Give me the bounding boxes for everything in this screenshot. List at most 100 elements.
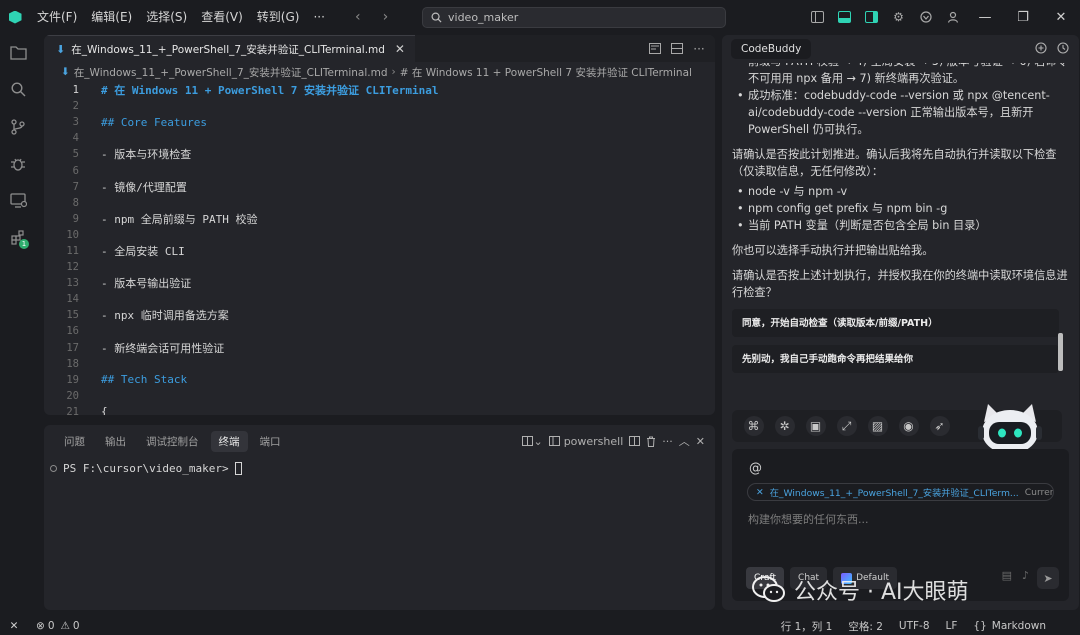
code-line[interactable]: 11 - 全局安装 CLI (44, 243, 715, 259)
code-line[interactable]: 14 (44, 291, 715, 307)
code-line[interactable]: 13 - 版本号输出验证 (44, 275, 715, 291)
account-icon[interactable] (939, 0, 966, 34)
new-terminal-dropdown-icon[interactable]: ⌄ (522, 435, 543, 448)
line-number: 8 (72, 196, 79, 209)
terminal-instance[interactable]: powershell (548, 434, 624, 448)
open-preview-icon[interactable] (645, 43, 665, 54)
problems-status[interactable]: ⊗ 0 ⚠ 0 (36, 620, 80, 632)
breadcrumb-file[interactable]: 在_Windows_11_+_PowerShell_7_安装并验证_CLITer… (74, 65, 388, 80)
restore-window-button[interactable]: ❐ (1004, 0, 1042, 34)
menu-view[interactable]: 查看(V) (194, 0, 250, 34)
new-chat-icon[interactable] (1035, 41, 1047, 57)
mention-at-button[interactable]: @ (749, 461, 762, 476)
remote-indicator-icon[interactable]: ✕ (0, 617, 28, 635)
menu-more[interactable]: ··· (306, 0, 331, 34)
tab-ports[interactable]: 端口 (252, 431, 289, 452)
history-icon[interactable] (1057, 41, 1069, 57)
tab-problems[interactable]: 问题 (56, 431, 93, 452)
chat-tab[interactable]: CodeBuddy (731, 39, 812, 59)
command-search-input[interactable]: video_maker (422, 7, 726, 28)
extension-shield-icon[interactable] (912, 0, 939, 34)
send-button[interactable]: ➤ (1037, 567, 1059, 589)
tab-output[interactable]: 输出 (97, 431, 134, 452)
code-line[interactable]: 17 - 新终端会话可用性验证 (44, 340, 715, 356)
toggle-primary-sidebar-icon[interactable] (804, 0, 831, 34)
code-line[interactable]: 1 # 在 Windows 11 + PowerShell 7 安装并验证 CLI… (44, 82, 715, 98)
code-line[interactable]: 5 - 版本与环境检查 (44, 146, 715, 162)
language-mode[interactable]: {} Markdown (973, 620, 1046, 632)
remote-explorer-icon[interactable] (0, 182, 36, 219)
chat-scrollbar[interactable] (1058, 333, 1063, 371)
line-number: 15 (66, 309, 79, 322)
code-line[interactable]: 20 (44, 388, 715, 404)
option-manual-button[interactable]: 先别动，我自己手动跑命令再把结果给你 (732, 345, 1059, 373)
breadcrumb-symbol[interactable]: # 在 Windows 11 + PowerShell 7 安装并验证 CLIT… (400, 65, 692, 80)
code-line[interactable]: 10 (44, 227, 715, 243)
close-panel-icon[interactable]: ✕ (696, 435, 705, 448)
code-line[interactable]: 15 - npx 临时调用备选方案 (44, 307, 715, 323)
code-line[interactable]: 8 (44, 195, 715, 211)
code-line[interactable]: 3 ## Core Features (44, 114, 715, 130)
end-of-line[interactable]: LF (946, 620, 958, 632)
indentation[interactable]: 空格: 2 (848, 619, 883, 634)
menu-file[interactable]: 文件(F) (30, 0, 84, 34)
code-line[interactable]: 21 { (44, 404, 715, 415)
forward-arrow-icon[interactable]: › (383, 9, 389, 25)
tab-debug-console[interactable]: 调试控制台 (138, 431, 207, 452)
breadcrumb: ⬇ 在_Windows_11_+_PowerShell_7_安装并验证_CLIT… (44, 62, 715, 82)
editor-tab[interactable]: ⬇ 在_Windows_11_+_PowerShell_7_安装并验证_CLIT… (44, 35, 415, 62)
tool-link-icon[interactable]: ⤢ (831, 414, 862, 438)
context-file-chip[interactable]: ✕ 在_Windows_11_+_PowerShell_7_安装并验证_CLIT… (747, 483, 1054, 501)
search-sidebar-icon[interactable] (0, 71, 36, 108)
panel-more-icon[interactable]: ··· (662, 435, 673, 448)
tool-deploy-rocket-icon[interactable]: ➶ (924, 414, 955, 438)
voice-icon[interactable]: ♪ (1022, 569, 1029, 582)
shell-label: powershell (563, 434, 624, 448)
menu-selection[interactable]: 选择(S) (139, 0, 194, 34)
option-agree-button[interactable]: 同意，开始自动检查（读取版本/前缀/PATH） (732, 309, 1059, 337)
tool-image-icon[interactable]: ▨ (862, 414, 893, 438)
manual-text: 你也可以选择手动执行并把输出贴给我。 (732, 244, 934, 257)
close-tab-icon[interactable]: ✕ (395, 42, 405, 56)
kill-terminal-trash-icon[interactable] (646, 436, 656, 447)
extensions-icon[interactable]: 1 (0, 219, 36, 256)
encoding[interactable]: UTF-8 (899, 620, 930, 632)
terminal-line[interactable]: PS F:\cursor\video_maker> (44, 462, 715, 475)
settings-gear-icon[interactable]: ⚙ (885, 0, 912, 34)
tab-terminal[interactable]: 终端 (210, 430, 248, 452)
split-terminal-icon[interactable] (629, 436, 641, 446)
source-control-icon[interactable] (0, 108, 36, 145)
code-area[interactable]: 1 # 在 Windows 11 + PowerShell 7 安装并验证 CLI… (44, 82, 715, 415)
tool-plugin-icon[interactable]: ✲ (769, 414, 800, 438)
attach-image-icon[interactable]: ▤ (1002, 569, 1012, 582)
code-line[interactable]: 16 (44, 323, 715, 339)
maximize-panel-icon[interactable]: ︿ (679, 433, 690, 449)
editor-more-icon[interactable]: ··· (689, 42, 709, 56)
code-line[interactable]: 12 (44, 259, 715, 275)
line-number: 13 (66, 277, 79, 290)
line-number: 11 (66, 244, 79, 257)
close-window-button[interactable]: ✕ (1042, 0, 1080, 34)
remove-context-icon[interactable]: ✕ (756, 487, 764, 498)
split-editor-icon[interactable] (667, 43, 687, 54)
run-debug-icon[interactable] (0, 145, 36, 182)
code-line[interactable]: 9 - npm 全局前缀与 PATH 校验 (44, 211, 715, 227)
code-line[interactable]: 18 (44, 356, 715, 372)
code-line[interactable]: 6 (44, 162, 715, 178)
back-arrow-icon[interactable]: ‹ (355, 9, 361, 25)
menu-go[interactable]: 转到(G) (250, 0, 307, 34)
minimize-window-button[interactable]: — (966, 0, 1004, 34)
code-line[interactable]: 4 (44, 130, 715, 146)
tool-figma-icon[interactable]: ⌘ (738, 414, 769, 438)
tool-blocks-icon[interactable]: ▣ (800, 414, 831, 438)
code-line[interactable]: 19 ## Tech Stack (44, 372, 715, 388)
explorer-icon[interactable] (0, 34, 36, 71)
menu-edit[interactable]: 编辑(E) (84, 0, 139, 34)
tool-preview-eye-icon[interactable]: ◉ (893, 414, 924, 438)
cursor-position[interactable]: 行 1，列 1 (781, 619, 833, 634)
code-line[interactable]: 7 - 镜像/代理配置 (44, 179, 715, 195)
toggle-secondary-sidebar-icon[interactable] (858, 0, 885, 34)
line-number: 2 (72, 100, 79, 113)
toggle-panel-icon[interactable] (831, 0, 858, 34)
code-line[interactable]: 2 (44, 98, 715, 114)
